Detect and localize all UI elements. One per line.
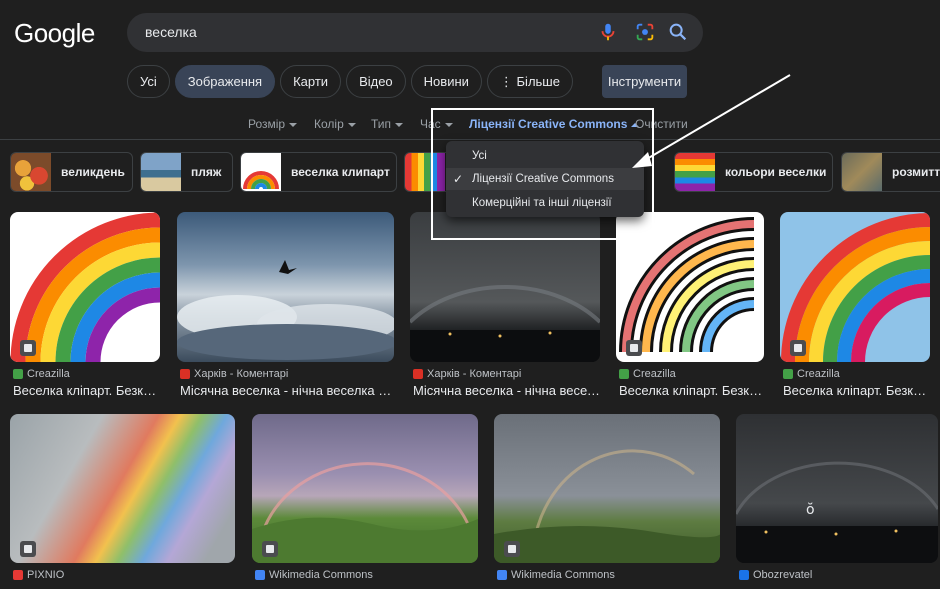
result-source[interactable]: Харків - Коментарі bbox=[180, 368, 288, 380]
image-icon bbox=[626, 340, 642, 356]
microphone-icon[interactable] bbox=[597, 21, 619, 43]
image-icon bbox=[790, 340, 806, 356]
source-name: Creazilla bbox=[27, 368, 70, 380]
chip-label: великдень bbox=[61, 165, 125, 179]
result-source[interactable]: Creazilla bbox=[619, 368, 676, 380]
favicon-icon bbox=[255, 570, 265, 580]
result-image[interactable] bbox=[10, 414, 235, 563]
chevron-down-icon bbox=[347, 122, 356, 127]
lens-icon[interactable] bbox=[634, 21, 656, 43]
result-source[interactable]: Wikimedia Commons bbox=[497, 569, 615, 581]
tab-videos[interactable]: Відео bbox=[346, 65, 406, 98]
search-tabs: Усі Зображення Карти Відео Новини ⋮ Біль… bbox=[127, 65, 573, 98]
tab-news[interactable]: Новини bbox=[410, 65, 482, 98]
result-title[interactable]: Веселка кліпарт. Безко... bbox=[783, 383, 931, 398]
result-title[interactable]: Місячна веселка - нічна веселка - рі... bbox=[180, 383, 395, 398]
source-name: Харків - Коментарі bbox=[194, 368, 289, 380]
source-name: Харків - Коментарі bbox=[427, 368, 522, 380]
favicon-icon bbox=[13, 570, 23, 580]
result-image[interactable]: ŏ bbox=[736, 414, 938, 563]
chip-thumbnail bbox=[842, 153, 882, 191]
chip-label: пляж bbox=[191, 165, 222, 179]
tools-button[interactable]: Інструменти bbox=[602, 65, 687, 98]
source-name: Creazilla bbox=[633, 368, 676, 380]
related-chip[interactable]: кольори веселки bbox=[674, 152, 833, 192]
image-icon bbox=[504, 541, 520, 557]
filter-type-label: Тип bbox=[371, 117, 392, 131]
tab-maps[interactable]: Карти bbox=[280, 65, 342, 98]
source-name: PIXNIO bbox=[27, 569, 65, 581]
chip-label: веселка клипарт bbox=[291, 165, 390, 179]
search-icon[interactable] bbox=[667, 21, 689, 43]
result-source[interactable]: Creazilla bbox=[13, 368, 70, 380]
chip-thumbnail bbox=[141, 153, 181, 191]
result-source[interactable]: Wikimedia Commons bbox=[255, 569, 373, 581]
result-title[interactable]: Веселка кліпарт. Безко... bbox=[13, 383, 161, 398]
filter-size-label: Розмір bbox=[248, 117, 286, 131]
source-name: Obozrevatel bbox=[753, 569, 813, 581]
image-icon bbox=[262, 541, 278, 557]
favicon-icon bbox=[739, 570, 749, 580]
annotation-highlight-box bbox=[431, 108, 654, 240]
chip-label: розмиття bbox=[892, 165, 940, 179]
chip-label: кольори веселки bbox=[725, 165, 827, 179]
image-icon bbox=[20, 340, 36, 356]
related-chip[interactable]: пляж bbox=[140, 152, 233, 192]
chip-thumbnail bbox=[11, 153, 51, 191]
tab-images[interactable]: Зображення bbox=[174, 65, 276, 98]
filter-color-label: Колір bbox=[314, 117, 344, 131]
result-image[interactable] bbox=[252, 414, 478, 563]
google-logo[interactable]: Google bbox=[14, 18, 95, 49]
favicon-icon bbox=[619, 369, 629, 379]
favicon-icon bbox=[783, 369, 793, 379]
source-name: Wikimedia Commons bbox=[269, 569, 373, 581]
chevron-down-icon bbox=[289, 122, 298, 127]
tab-all[interactable]: Усі bbox=[127, 65, 170, 98]
result-title[interactable]: Місячна веселка - нічна весел... bbox=[413, 383, 601, 398]
related-chip[interactable]: веселка клипарт bbox=[240, 152, 397, 192]
result-source[interactable]: Creazilla bbox=[783, 368, 840, 380]
result-source[interactable]: Obozrevatel bbox=[739, 569, 812, 581]
related-chip[interactable]: розмиття bbox=[841, 152, 940, 192]
sky-clouds-image bbox=[177, 260, 394, 360]
search-input[interactable]: веселка bbox=[145, 24, 197, 40]
favicon-icon bbox=[413, 369, 423, 379]
favicon-icon bbox=[180, 369, 190, 379]
source-name: Wikimedia Commons bbox=[511, 569, 615, 581]
search-bar[interactable]: веселка bbox=[127, 13, 703, 52]
result-source[interactable]: PIXNIO bbox=[13, 569, 64, 581]
filter-size[interactable]: Розмір bbox=[248, 117, 298, 131]
field-rainbow-image bbox=[494, 449, 720, 563]
filter-type[interactable]: Тип bbox=[371, 117, 404, 131]
city-night-rainbow-image: ŏ bbox=[736, 461, 938, 563]
svg-text:ŏ: ŏ bbox=[806, 502, 815, 518]
filter-color[interactable]: Колір bbox=[314, 117, 356, 131]
related-chip[interactable]: великдень bbox=[10, 152, 133, 192]
chevron-down-icon bbox=[395, 122, 404, 127]
result-source[interactable]: Харків - Коментарі bbox=[413, 368, 521, 380]
favicon-icon bbox=[13, 369, 23, 379]
result-image[interactable] bbox=[177, 212, 394, 362]
image-icon bbox=[20, 541, 36, 557]
favicon-icon bbox=[497, 570, 507, 580]
chip-thumbnail bbox=[675, 153, 715, 191]
result-image[interactable] bbox=[494, 414, 720, 563]
tab-more[interactable]: ⋮ Більше bbox=[486, 65, 573, 98]
hills-rainbow-image bbox=[252, 462, 478, 563]
result-title[interactable]: Веселка кліпарт. Безко... bbox=[619, 383, 765, 398]
source-name: Creazilla bbox=[797, 368, 840, 380]
rainbow-icon bbox=[243, 171, 279, 190]
chip-thumbnail bbox=[241, 153, 281, 191]
